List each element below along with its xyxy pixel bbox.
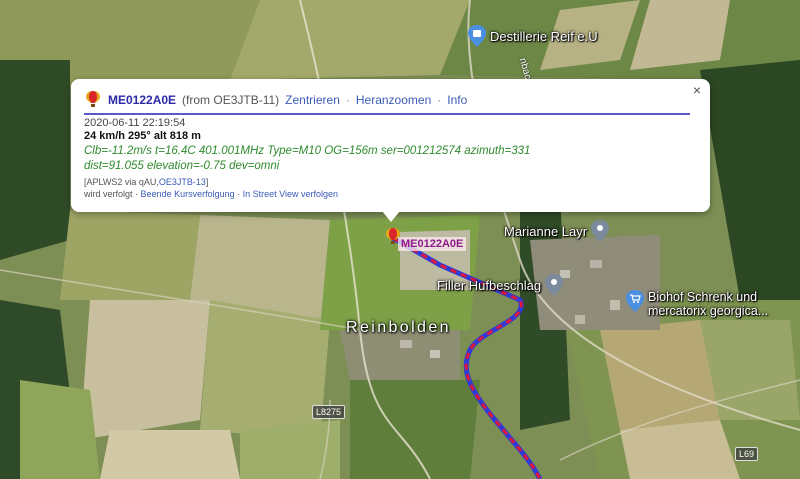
link-heranzoomen[interactable]: Heranzoomen [356,93,431,107]
popup-comment-line1: Clb=-11.2m/s t=16.4C 401.001MHz Type=M10… [84,145,531,157]
shopping-bag-icon [468,25,486,47]
marker-callsign-label: ME0122A0E [398,237,467,251]
link-stop-tracking[interactable]: Beende Kursverfolgung [141,189,235,199]
poi-label: Destillerie Reif e.U [490,28,598,44]
poi-label-line1: Biohof Schrenk und [648,290,758,304]
balloon-icon [84,90,102,111]
info-popup: × ME0122A0E (from OE3JTB-11) Zentrieren … [71,79,710,212]
popup-speed-altitude: 24 km/h 295° alt 818 m [84,130,201,142]
poi-marianne-layr[interactable]: Marianne Layr [504,220,610,242]
link-path-station[interactable]: OE3JTB-13 [159,177,206,187]
link-zentrieren[interactable]: Zentrieren [285,93,340,107]
link-street-view[interactable]: In Street View verfolgen [243,189,338,199]
popup-comment-line2: dist=91.055 elevation=-0.75 dev=omni [84,160,280,172]
poi-label: Filler Hufbeschlag [437,277,542,293]
satellite-map[interactable]: Destillerie Reif e.U nbach Marianne Layr… [0,0,800,479]
close-icon[interactable]: × [689,82,705,98]
town-label: Reinbolden [346,319,451,336]
popup-callsign[interactable]: ME0122A0E [108,93,176,107]
poi-label: Marianne Layr [504,223,588,239]
location-pin-icon [545,274,564,296]
link-info[interactable]: Info [447,93,467,107]
popup-comment: Clb=-11.2m/s t=16.4C 401.001MHz Type=M10… [84,144,696,174]
shopping-cart-icon [626,290,644,312]
location-pin-icon [591,220,610,242]
popup-tracking: wird verfolgt · Beende Kursverfolgung · … [84,189,339,199]
popup-timestamp: 2020-06-11 22:19:54 [84,117,186,129]
popup-pointer [382,211,400,222]
popup-header: ME0122A0E (from OE3JTB-11) Zentrieren · … [84,89,690,115]
poi-destillerie[interactable]: Destillerie Reif e.U [468,25,598,47]
popup-path: [APLWS2 via qAU,OE3JTB-13] [84,177,209,187]
road-label-l69: L69 [735,447,759,461]
poi-label-line2: mercatorix georgica... [648,304,769,318]
poi-filler-hufbeschlag[interactable]: Filler Hufbeschlag [437,274,564,296]
popup-from: (from OE3JTB-11) [182,93,280,107]
road-label-l8275: L8275 [312,405,346,419]
poi-biohof-schrenk[interactable]: Biohof Schrenk und mercatorix georgica..… [626,290,768,318]
tracking-status: wird verfolgt [84,189,133,199]
